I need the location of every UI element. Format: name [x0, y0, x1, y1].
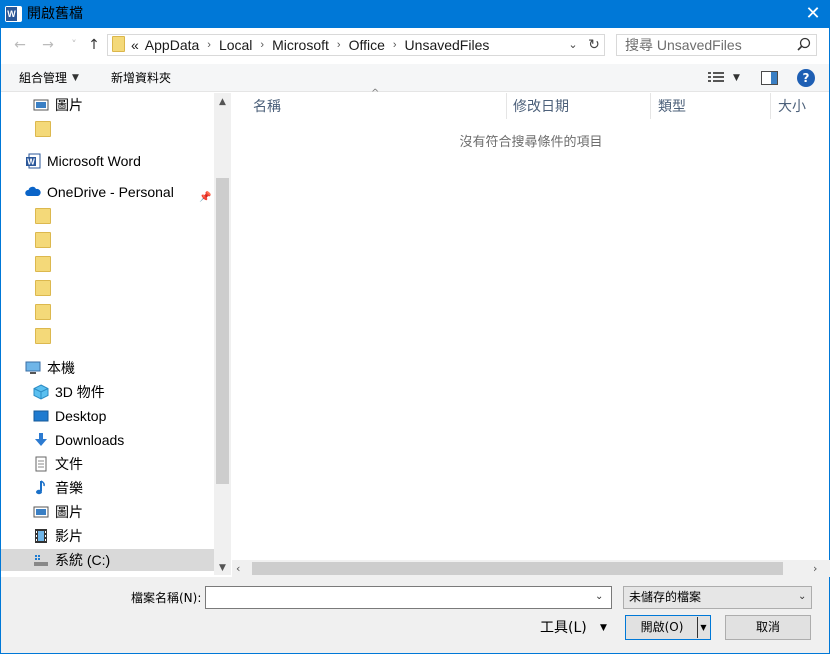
folder-icon	[112, 36, 125, 52]
chevron-right-icon: ›	[260, 39, 265, 51]
organize-button[interactable]: 組合管理	[19, 69, 67, 87]
pictures-icon	[33, 504, 49, 520]
pin-icon: 📌	[199, 192, 212, 203]
sidebar-item-onedrive[interactable]: OneDrive - Personal	[25, 181, 174, 203]
music-note-icon	[33, 480, 49, 496]
download-icon	[33, 432, 49, 448]
folder-icon	[35, 232, 51, 248]
sidebar-item-folder[interactable]	[35, 253, 57, 275]
column-header-type[interactable]: 類型	[658, 96, 686, 118]
folder-icon	[35, 328, 51, 344]
scroll-right-icon[interactable]: ›	[813, 560, 817, 577]
sidebar-item-music[interactable]: 音樂	[33, 477, 83, 499]
breadcrumb-microsoft[interactable]: Microsoft	[272, 37, 329, 53]
sidebar-item-system-c[interactable]: 系統 (C:)	[1, 549, 214, 571]
filetype-select[interactable]: 未儲存的檔案	[623, 586, 812, 609]
scroll-left-icon[interactable]: ‹	[236, 560, 240, 577]
sidebar-item-folder[interactable]	[35, 277, 57, 299]
chevron-right-icon: ›	[392, 39, 397, 51]
view-options-icon[interactable]	[707, 71, 725, 85]
up-arrow-icon[interactable]: ↑	[84, 36, 104, 54]
column-divider[interactable]	[506, 93, 507, 119]
folder-icon	[35, 208, 51, 224]
chevron-down-icon[interactable]: ⌄	[798, 589, 806, 605]
sidebar-item-folder[interactable]	[35, 205, 57, 227]
folder-icon	[35, 280, 51, 296]
column-header-name[interactable]: 名稱	[253, 96, 281, 118]
close-icon[interactable]: ✕	[796, 0, 830, 28]
back-arrow-icon[interactable]: ←	[10, 36, 30, 54]
filename-label: 檔案名稱(N):	[131, 591, 202, 605]
search-icon[interactable]	[795, 36, 813, 54]
chevron-down-icon[interactable]: ▼	[733, 70, 740, 86]
word-icon: W	[25, 153, 41, 169]
title-bar	[0, 0, 830, 28]
sidebar-item-3d-objects[interactable]: 3D 物件	[33, 381, 105, 403]
help-icon[interactable]: ?	[797, 69, 815, 87]
sidebar-item-folder[interactable]	[35, 301, 57, 323]
sidebar-item-pictures[interactable]: 圖片	[33, 501, 83, 523]
breadcrumb-local[interactable]: Local	[219, 37, 252, 53]
horizontal-scroll-thumb[interactable]	[252, 562, 783, 575]
preview-pane-icon[interactable]	[761, 71, 778, 85]
word-icon: W	[5, 6, 22, 22]
folder-icon	[35, 304, 51, 320]
sidebar-item-videos[interactable]: 影片	[33, 525, 83, 547]
document-icon	[33, 456, 49, 472]
tools-button[interactable]: 工具(L)	[540, 619, 587, 637]
pictures-icon	[33, 97, 49, 113]
breadcrumb-overflow[interactable]: «	[131, 37, 139, 53]
cloud-icon	[25, 184, 41, 200]
sidebar-item-folder[interactable]	[35, 118, 57, 140]
sidebar-item-folder[interactable]	[35, 325, 57, 347]
sidebar-scroll-thumb[interactable]	[216, 178, 229, 484]
folder-icon	[35, 256, 51, 272]
chevron-right-icon: ›	[336, 39, 341, 51]
scroll-down-icon[interactable]: ▼	[214, 561, 231, 575]
refresh-icon[interactable]: ↻	[584, 34, 604, 56]
address-dropdown-icon[interactable]: ⌄	[566, 36, 580, 54]
column-header-size[interactable]: 大小	[778, 96, 806, 118]
breadcrumb-office[interactable]: Office	[349, 37, 385, 53]
search-placeholder: 搜尋 UnsavedFiles	[625, 37, 742, 53]
breadcrumb-appdata[interactable]: AppData	[145, 37, 199, 53]
chevron-down-icon[interactable]: ⌄	[595, 589, 603, 605]
computer-icon	[25, 360, 41, 376]
folder-icon	[35, 121, 51, 137]
cancel-button[interactable]: 取消	[725, 615, 811, 640]
sidebar-item-documents[interactable]: 文件	[33, 453, 83, 475]
sort-ascending-icon: ^	[371, 88, 380, 99]
empty-results-message: 沒有符合搜尋條件的項目	[459, 135, 603, 150]
sidebar-item-this-pc[interactable]: 本機	[25, 357, 75, 379]
filename-field[interactable]	[205, 586, 612, 609]
drive-icon	[33, 552, 49, 568]
scroll-up-icon[interactable]: ▲	[214, 95, 231, 109]
open-button[interactable]: 開啟(O) ▼	[625, 615, 711, 640]
sidebar-item-pictures-quick[interactable]: 圖片	[33, 94, 83, 116]
chevron-down-icon[interactable]: ▼	[72, 69, 79, 87]
recent-locations-icon[interactable]: ˅	[64, 36, 84, 54]
column-header-date[interactable]: 修改日期	[513, 96, 569, 118]
svg-text:W: W	[27, 158, 35, 167]
cube-icon	[33, 384, 49, 400]
column-divider[interactable]	[770, 93, 771, 119]
chevron-down-icon[interactable]: ▼	[600, 620, 607, 636]
breadcrumb[interactable]: « AppData › Local › Microsoft › Office ›…	[131, 34, 489, 56]
navigation-pane[interactable]: 圖片 📌 W Microsoft Word OneDrive - Persona…	[1, 93, 231, 575]
sidebar-item-folder[interactable]	[35, 229, 57, 251]
column-divider[interactable]	[650, 93, 651, 119]
desktop-icon	[33, 408, 49, 424]
window-title: 開啟舊檔	[27, 6, 83, 22]
new-folder-button[interactable]: 新增資料夾	[111, 69, 171, 87]
sidebar-item-downloads[interactable]: Downloads	[33, 429, 124, 451]
sidebar-item-desktop[interactable]: Desktop	[33, 405, 106, 427]
forward-arrow-icon[interactable]: →	[38, 36, 58, 54]
sidebar-item-microsoft-word[interactable]: W Microsoft Word	[25, 150, 141, 172]
film-icon	[33, 528, 49, 544]
open-button-label[interactable]: 開啟(O)	[627, 617, 697, 638]
chevron-right-icon: ›	[207, 39, 211, 51]
chevron-down-icon[interactable]: ▼	[697, 617, 709, 638]
breadcrumb-unsavedfiles[interactable]: UnsavedFiles	[405, 37, 490, 53]
